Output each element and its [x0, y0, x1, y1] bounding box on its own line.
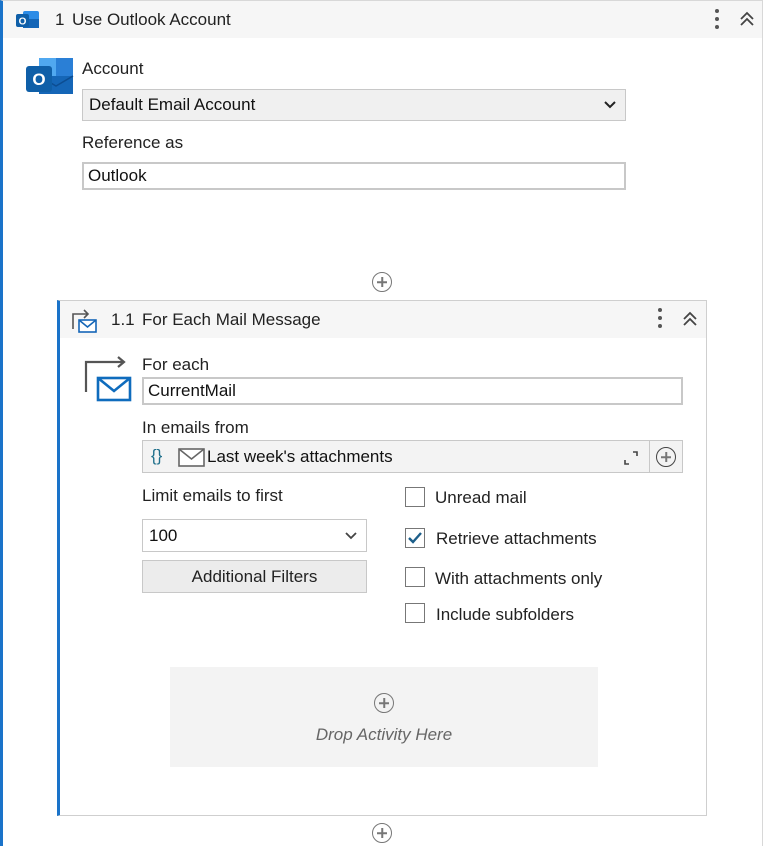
child-collapse-icon[interactable]	[681, 310, 699, 328]
checkmark-icon	[408, 532, 422, 544]
for-each-input[interactable]: CurrentMail	[142, 377, 683, 405]
unread-mail-checkbox[interactable]	[405, 487, 425, 507]
in-emails-value: Last week's attachments	[207, 447, 393, 466]
with-attachments-only-checkbox[interactable]	[405, 567, 425, 587]
in-emails-label: In emails from	[142, 418, 249, 437]
limit-label: Limit emails to first	[142, 486, 283, 505]
drop-text: Drop Activity Here	[315, 725, 453, 744]
reference-input[interactable]: Outlook	[82, 162, 626, 190]
collapse-icon[interactable]	[738, 10, 756, 28]
include-subfolders-checkbox[interactable]	[405, 603, 425, 623]
activity-header[interactable]: O 1 Use Outlook Account	[3, 1, 762, 38]
unread-mail-label: Unread mail	[435, 488, 527, 507]
retrieve-attachments-label: Retrieve attachments	[436, 529, 597, 548]
for-each-mail-icon	[84, 356, 132, 402]
add-activity-icon[interactable]	[372, 272, 392, 292]
for-each-mail-activity[interactable]: 1.1 For Each Mail Message For each Curre…	[57, 300, 707, 816]
mail-icon	[178, 448, 205, 467]
child-activity-header[interactable]: 1.1 For Each Mail Message	[60, 301, 706, 338]
limit-select[interactable]: 100	[142, 519, 367, 552]
child-more-options-icon[interactable]	[657, 308, 663, 332]
for-each-label: For each	[142, 355, 210, 374]
child-activity-number: 1.1	[111, 310, 135, 329]
for-each-mail-small-icon	[72, 309, 97, 333]
in-emails-field[interactable]: {} Last week's attachments	[142, 440, 683, 473]
child-activity-title: For Each Mail Message	[142, 310, 321, 329]
additional-filters-button[interactable]: Additional Filters	[142, 560, 367, 593]
expression-icon[interactable]: {}	[151, 446, 162, 466]
include-subfolders-label: Include subfolders	[436, 605, 574, 624]
drop-zone[interactable]: Drop Activity Here	[170, 667, 598, 767]
limit-chevron-down-icon	[345, 531, 357, 539]
add-variable-icon[interactable]	[656, 447, 676, 467]
with-attachments-only-label: With attachments only	[435, 569, 603, 588]
expand-icon[interactable]	[623, 450, 639, 466]
drop-add-icon[interactable]	[374, 693, 394, 713]
activity-title: Use Outlook Account	[72, 10, 231, 29]
retrieve-attachments-checkbox[interactable]	[405, 528, 425, 548]
activity-number: 1	[55, 10, 65, 29]
add-activity-bottom-icon[interactable]	[372, 823, 392, 843]
chevron-down-icon	[604, 101, 616, 109]
more-options-icon[interactable]	[714, 9, 720, 33]
account-label: Account	[82, 59, 144, 78]
svg-text:O: O	[19, 17, 27, 28]
reference-label: Reference as	[82, 133, 184, 152]
account-select-value: Default Email Account	[89, 95, 256, 114]
limit-select-value: 100	[149, 526, 178, 545]
outlook-small-icon: O	[16, 11, 39, 28]
account-select[interactable]: Default Email Account	[82, 89, 626, 121]
svg-text:O: O	[32, 70, 45, 89]
outlook-icon: O	[26, 58, 74, 94]
